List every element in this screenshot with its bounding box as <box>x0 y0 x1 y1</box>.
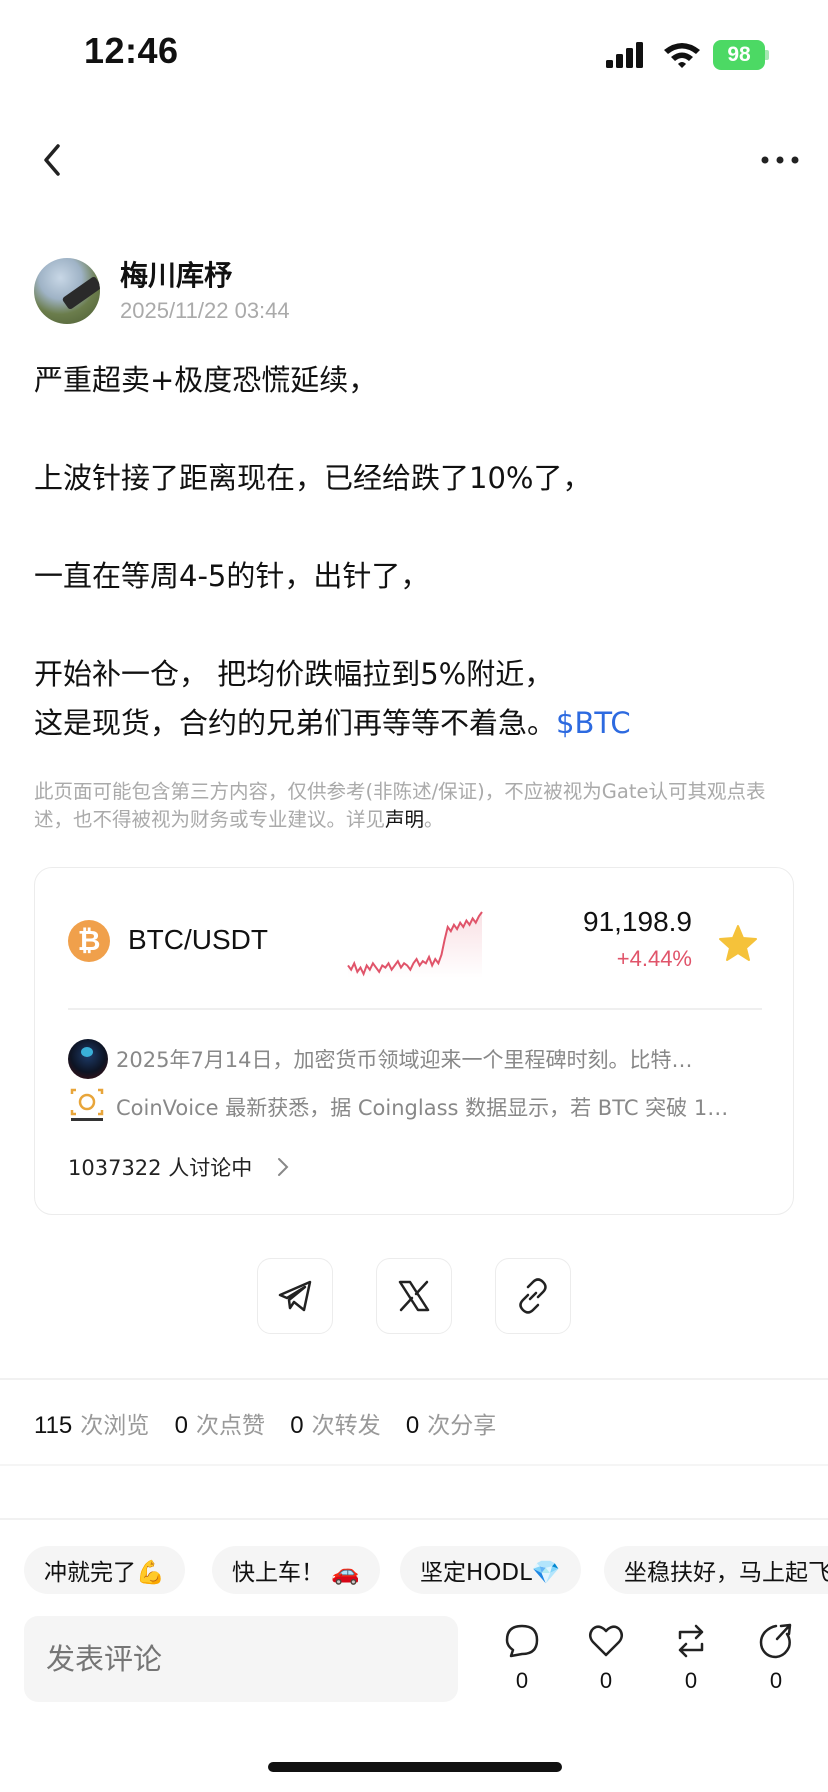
post-line: 一直在等周4-5的针，出针了， <box>34 559 430 593</box>
shares-count: 0 <box>405 1412 420 1439</box>
likes-count: 0 <box>174 1412 188 1439</box>
heart-icon <box>589 1625 623 1657</box>
discussion-count[interactable]: 1037322 人讨论中 <box>68 1152 252 1182</box>
more-options-icon[interactable] <box>760 150 800 170</box>
copy-link-button[interactable] <box>495 1258 571 1334</box>
like-count: 0 <box>599 1668 613 1693</box>
post-line-last: 这是现货，合约的兄弟们再等等不着急。$BTC <box>34 699 794 748</box>
divider <box>0 1464 828 1466</box>
link-icon <box>519 1278 547 1314</box>
market-price: 91,198.9 <box>583 906 692 937</box>
news-headline[interactable]: CoinVoice 最新获悉，据 Coinglass 数据显示，若 BTC 突破… <box>116 1092 756 1122</box>
comment-count: 0 <box>515 1668 529 1693</box>
favorite-star-icon[interactable] <box>718 924 758 962</box>
author-name[interactable]: 梅川库杼 <box>120 254 232 294</box>
battery-icon: 98 <box>713 40 769 70</box>
quick-reply-chip[interactable]: 坐稳扶好，马上起飞 <box>604 1546 828 1594</box>
disclaimer: 此页面可能包含第三方内容，仅供参考(非陈述/保证)，不应被视为Gate认可其观点… <box>34 778 794 834</box>
quick-reply-chip[interactable]: 坚定HODL💎 <box>400 1546 581 1594</box>
news-source-avatar <box>68 1039 108 1079</box>
views-label: 次浏览 <box>80 1413 150 1439</box>
divider <box>0 1518 828 1520</box>
chevron-right-icon[interactable] <box>276 1156 290 1178</box>
repost-action-button[interactable]: 0 <box>668 1622 714 1698</box>
likes-label: 次点赞 <box>195 1413 265 1439</box>
disclaimer-link[interactable]: 声明 <box>385 808 424 831</box>
like-action-button[interactable]: 0 <box>583 1622 629 1698</box>
trading-pair[interactable]: BTC/USDT <box>128 924 268 956</box>
share-x-button[interactable] <box>376 1258 452 1334</box>
cellular-signal-icon <box>606 42 643 68</box>
battery-level: 98 <box>713 40 765 70</box>
disclaimer-end: 。 <box>424 808 444 831</box>
price-change: +4.44% <box>616 946 692 971</box>
coinvoice-logo-icon <box>70 1088 104 1121</box>
comment-input[interactable] <box>24 1616 458 1702</box>
shares-label: 次分享 <box>427 1413 497 1439</box>
views-count: 115 <box>34 1412 73 1439</box>
ticker-link[interactable]: $BTC <box>556 706 631 740</box>
post-timestamp: 2025/11/22 03:44 <box>120 298 290 323</box>
comment-action-button[interactable]: 0 <box>499 1622 545 1698</box>
wifi-icon <box>664 43 700 68</box>
reposts-label: 次转发 <box>311 1413 381 1439</box>
price-sparkline <box>347 911 483 978</box>
home-indicator <box>268 1762 562 1772</box>
comment-icon <box>505 1624 539 1658</box>
post-line: 这是现货，合约的兄弟们再等等不着急。 <box>34 706 557 740</box>
share-telegram-button[interactable] <box>257 1258 333 1334</box>
share-icon <box>759 1623 792 1659</box>
back-arrow-icon[interactable] <box>38 140 68 180</box>
repost-count: 0 <box>684 1668 698 1693</box>
repost-icon <box>678 1624 704 1658</box>
divider <box>0 1378 828 1380</box>
post-stats: 115 次浏览 0 次点赞 0 次转发 0 次分享 <box>34 1406 514 1440</box>
card-divider <box>68 1008 762 1010</box>
x-logo-icon <box>398 1280 430 1312</box>
quick-reply-chip[interactable]: 冲就完了💪 <box>24 1546 185 1594</box>
post-line: 严重超卖+极度恐慌延续， <box>34 363 378 397</box>
post-line: 上波针接了距离现在，已经给跌了10%了， <box>34 461 592 495</box>
bitcoin-icon: ₿ <box>68 920 110 962</box>
share-action-button[interactable]: 0 <box>753 1622 799 1698</box>
share-count: 0 <box>769 1668 783 1693</box>
quick-reply-chip[interactable]: 快上车！ 🚗 <box>212 1546 380 1594</box>
author-avatar[interactable] <box>34 258 100 324</box>
post-body: 严重超卖+极度恐慌延续， 上波针接了距离现在，已经给跌了10%了， 一直在等周4… <box>34 356 794 748</box>
post-line: 开始补一仓， 把均价跌幅拉到5%附近， <box>34 657 554 691</box>
status-time: 12:46 <box>84 30 179 71</box>
news-headline[interactable]: 2025年7月14日，加密货币领域迎来一个里程碑时刻。比特… <box>116 1044 756 1074</box>
reposts-count: 0 <box>290 1412 304 1439</box>
telegram-icon <box>278 1280 312 1312</box>
